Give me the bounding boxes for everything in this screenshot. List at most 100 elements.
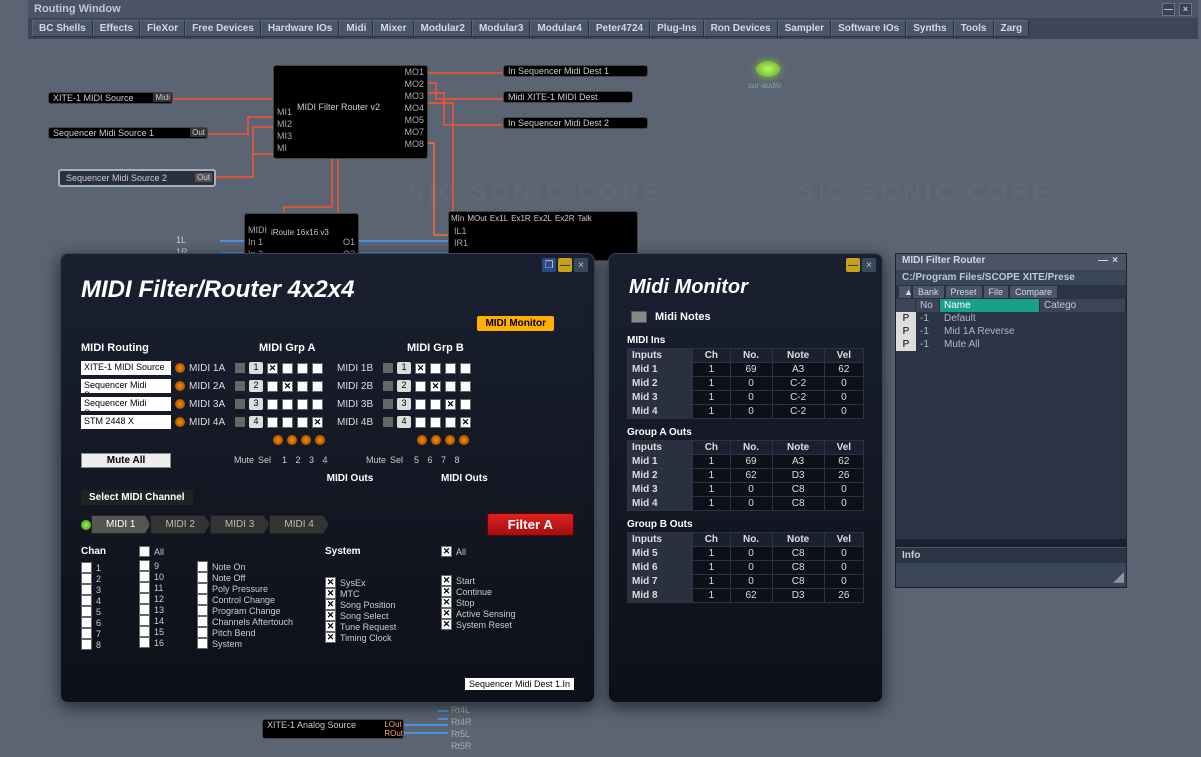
node-midi-filter-router[interactable]: MI1 MI2 MI3 MI MIDI Filter Router v2 MO1… bbox=[273, 65, 428, 159]
chk-chan-15[interactable] bbox=[139, 626, 150, 637]
close-icon[interactable]: × bbox=[1110, 255, 1120, 266]
mute-toggle[interactable] bbox=[383, 381, 393, 391]
node-seq-midi-dest-1[interactable]: In Sequencer Midi Dest 1 bbox=[503, 65, 648, 77]
chk-sys-all[interactable] bbox=[441, 546, 452, 557]
midi-monitor-badge[interactable]: MIDI Monitor bbox=[477, 316, 554, 331]
source-name[interactable]: Sequencer Midi Sour bbox=[81, 397, 171, 411]
preset-row[interactable]: P -1 Mute All bbox=[896, 338, 1126, 351]
grid-checkbox[interactable] bbox=[282, 399, 293, 410]
node-seq-midi-dest-2[interactable]: In Sequencer Midi Dest 2 bbox=[503, 117, 648, 129]
toolbar-synths[interactable]: Synths bbox=[906, 20, 953, 37]
grid-checkbox[interactable] bbox=[297, 363, 308, 374]
chk-song-position[interactable] bbox=[325, 599, 336, 610]
grid-checkbox[interactable] bbox=[430, 381, 441, 392]
node-iroute[interactable]: MIDI In 1 In 2 iRoute 16x16 v3 O1 O2 bbox=[244, 213, 359, 257]
node-xite1-analog-source[interactable]: XITE-1 Analog Source LOutROut bbox=[262, 719, 404, 739]
chk-chan-3[interactable] bbox=[81, 584, 92, 595]
chk-chan-9[interactable] bbox=[139, 560, 150, 571]
col-no[interactable]: No bbox=[916, 299, 940, 312]
chk-channels-aftertouch[interactable] bbox=[197, 616, 208, 627]
preset-row[interactable]: P -1 Default bbox=[896, 312, 1126, 325]
mute-toggle[interactable] bbox=[383, 417, 393, 427]
grid-checkbox[interactable] bbox=[267, 363, 278, 374]
tab-bank[interactable]: Bank bbox=[912, 285, 945, 299]
toolbar-free-devices[interactable]: Free Devices bbox=[185, 20, 261, 37]
node-xite1-midi-source[interactable]: XITE-1 MIDI Source Midi bbox=[48, 92, 173, 104]
node-seq-midi-source-1[interactable]: Sequencer Midi Source 1 Out bbox=[48, 127, 208, 139]
resize-handle-icon[interactable]: ◢ bbox=[1113, 568, 1124, 585]
mute-toggle[interactable] bbox=[235, 399, 245, 409]
col-category[interactable]: Catego bbox=[1040, 299, 1126, 312]
midi-monitor-panel[interactable]: — × Midi Monitor Midi Notes MIDI InsInpu… bbox=[608, 253, 883, 703]
chk-system[interactable] bbox=[197, 638, 208, 649]
chk-pitch-bend[interactable] bbox=[197, 627, 208, 638]
toolbar-modular4[interactable]: Modular4 bbox=[530, 20, 588, 37]
chk-chan-13[interactable] bbox=[139, 604, 150, 615]
panel-minimize-icon[interactable]: — bbox=[846, 258, 860, 272]
minimize-icon[interactable]: — bbox=[1162, 3, 1175, 16]
chk-chan-7[interactable] bbox=[81, 628, 92, 639]
source-name[interactable]: XITE-1 MIDI Source bbox=[81, 361, 171, 375]
chk-chan-6[interactable] bbox=[81, 617, 92, 628]
chk-control-change[interactable] bbox=[197, 594, 208, 605]
chk-note-on[interactable] bbox=[197, 561, 208, 572]
chk-note-off[interactable] bbox=[197, 572, 208, 583]
tab-midi-4[interactable]: MIDI 4 bbox=[269, 515, 328, 534]
mute-toggle[interactable] bbox=[383, 363, 393, 373]
chk-start[interactable] bbox=[441, 575, 452, 586]
grid-checkbox[interactable] bbox=[445, 417, 456, 428]
grid-checkbox[interactable] bbox=[445, 399, 456, 410]
toolbar-modular2[interactable]: Modular2 bbox=[414, 20, 472, 37]
chk-sysex[interactable] bbox=[325, 577, 336, 588]
grid-checkbox[interactable] bbox=[297, 399, 308, 410]
chk-chan-10[interactable] bbox=[139, 571, 150, 582]
tab-file[interactable]: File bbox=[983, 285, 1010, 299]
chk-chan-8[interactable] bbox=[81, 639, 92, 650]
chk-chan-2[interactable] bbox=[81, 573, 92, 584]
grid-checkbox[interactable] bbox=[430, 363, 441, 374]
chk-system-reset[interactable] bbox=[441, 619, 452, 630]
tab-midi-3[interactable]: MIDI 3 bbox=[210, 515, 269, 534]
chk-chan-12[interactable] bbox=[139, 593, 150, 604]
grid-checkbox[interactable] bbox=[282, 363, 293, 374]
midi-filter-router-panel[interactable]: ❐ — × MIDI Filter/Router 4x2x4 MIDI Moni… bbox=[60, 253, 595, 703]
grid-checkbox[interactable] bbox=[415, 363, 426, 374]
chk-chan-all[interactable] bbox=[139, 546, 150, 557]
midi-notes-toggle[interactable] bbox=[631, 311, 647, 323]
chk-tune-request[interactable] bbox=[325, 621, 336, 632]
node-xite1-midi-dest[interactable]: Midi XITE-1 MIDI Dest bbox=[503, 91, 633, 103]
grid-checkbox[interactable] bbox=[415, 381, 426, 392]
toolbar-bc-shells[interactable]: BC Shells bbox=[32, 20, 93, 37]
minimize-icon[interactable]: — bbox=[1096, 255, 1110, 266]
mute-toggle[interactable] bbox=[235, 363, 245, 373]
chk-chan-16[interactable] bbox=[139, 637, 150, 648]
chk-chan-11[interactable] bbox=[139, 582, 150, 593]
grid-checkbox[interactable] bbox=[460, 399, 471, 410]
filter-a-button[interactable]: Filter A bbox=[487, 513, 574, 536]
toolbar-tools[interactable]: Tools bbox=[954, 20, 994, 37]
chk-poly-pressure[interactable] bbox=[197, 583, 208, 594]
toolbar-effects[interactable]: Effects bbox=[93, 20, 140, 37]
node-seq-midi-source-2[interactable]: Sequencer Midi Source 2 Out bbox=[58, 169, 216, 187]
preset-row[interactable]: P -1 Mid 1A Reverse bbox=[896, 325, 1126, 338]
source-name[interactable]: STM 2448 X bbox=[81, 415, 171, 429]
toolbar-hardware-ios[interactable]: Hardware IOs bbox=[261, 20, 339, 37]
panel-close-icon[interactable]: × bbox=[574, 258, 588, 272]
grid-checkbox[interactable] bbox=[267, 381, 278, 392]
tab-midi-1[interactable]: MIDI 1 bbox=[91, 515, 150, 534]
toolbar-sampler[interactable]: Sampler bbox=[778, 20, 831, 37]
panel-copy-icon[interactable]: ❐ bbox=[542, 258, 556, 272]
mute-all-button[interactable]: Mute All bbox=[81, 453, 171, 468]
grid-checkbox[interactable] bbox=[312, 381, 323, 392]
chk-active-sensing[interactable] bbox=[441, 608, 452, 619]
preset-window[interactable]: MIDI Filter Router —× C:/Program Files/S… bbox=[895, 253, 1127, 588]
mute-toggle[interactable] bbox=[235, 381, 245, 391]
source-name[interactable]: Sequencer Midi Sour bbox=[81, 379, 171, 393]
grid-checkbox[interactable] bbox=[415, 399, 426, 410]
chk-stop[interactable] bbox=[441, 597, 452, 608]
panel-minimize-icon[interactable]: — bbox=[558, 258, 572, 272]
chk-chan-5[interactable] bbox=[81, 606, 92, 617]
mute-toggle[interactable] bbox=[383, 399, 393, 409]
toolbar-flexor[interactable]: FleXor bbox=[140, 20, 185, 37]
chk-mtc[interactable] bbox=[325, 588, 336, 599]
